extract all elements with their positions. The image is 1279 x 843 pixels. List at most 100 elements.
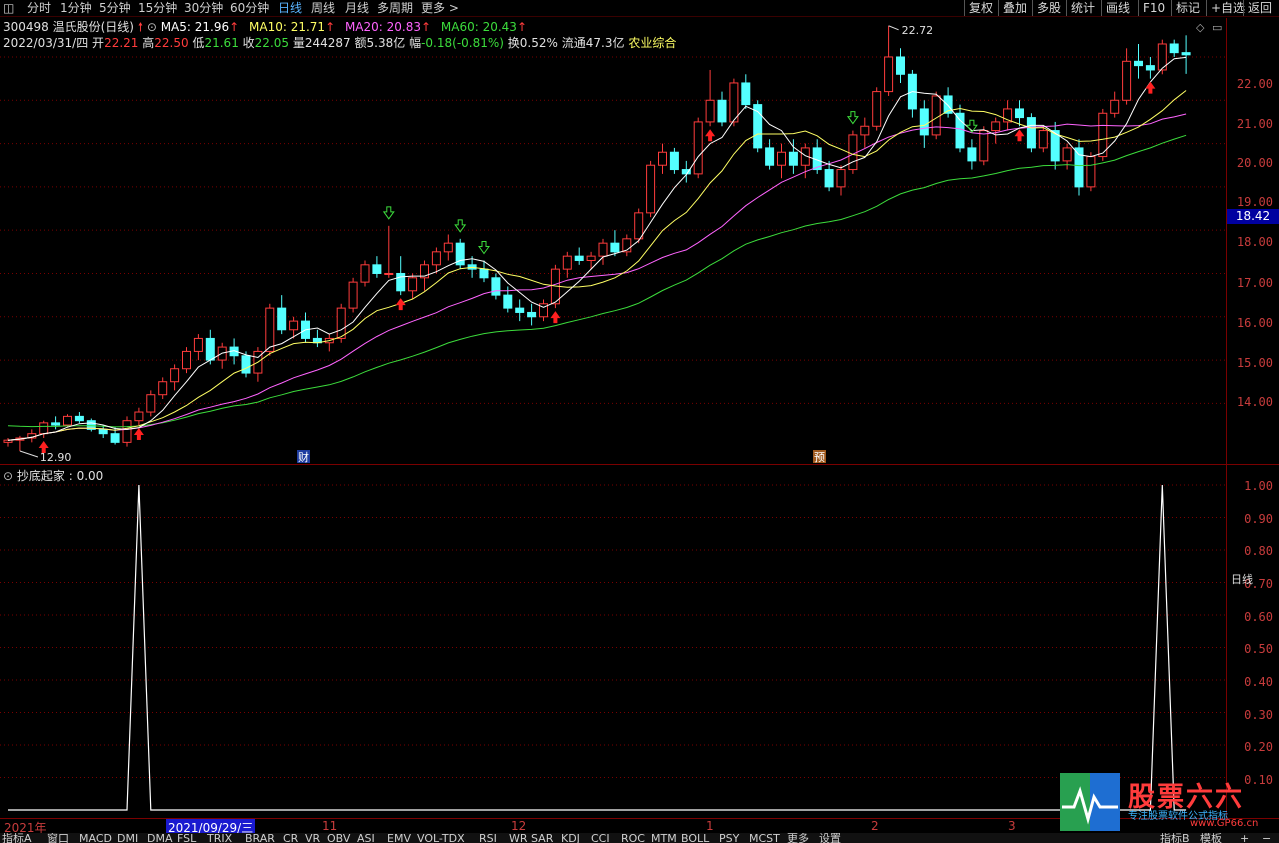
indicator-right-tab[interactable]: − — [1262, 833, 1271, 843]
buy-arrow-icon — [1145, 81, 1156, 94]
candle — [491, 273, 501, 300]
indicator-tab[interactable]: MCST — [749, 833, 780, 843]
draw-line-button[interactable]: 画线 — [1101, 0, 1134, 16]
indicator-tab[interactable]: CR — [283, 833, 298, 843]
indicator-tab[interactable]: KDJ — [561, 833, 580, 843]
tab-fenshi[interactable]: 分时 — [27, 0, 51, 16]
indicator-tab[interactable]: 设置 — [819, 833, 841, 843]
multi-stock-button[interactable]: 多股 — [1032, 0, 1065, 16]
indicator-tab[interactable]: 窗口 — [47, 833, 69, 843]
indicator-tab[interactable]: CCI — [591, 833, 610, 843]
indicator-tick: 0.80 — [1244, 544, 1273, 558]
buy-arrow-icon — [133, 428, 144, 441]
tab-more[interactable]: 更多 > — [421, 0, 459, 16]
candle-body — [1122, 60, 1132, 101]
indicator-tab[interactable]: BRAR — [245, 833, 275, 843]
tab-5min[interactable]: 5分钟 — [99, 0, 131, 16]
indicator-tab[interactable]: WR — [509, 833, 528, 843]
indicator-tick: 0.20 — [1244, 740, 1273, 754]
indicator-tab[interactable]: MACD — [79, 833, 112, 843]
candle — [1145, 56, 1155, 79]
indicator-chart[interactable] — [0, 465, 1226, 818]
candle — [443, 234, 453, 261]
tab-daily[interactable]: 日线 — [278, 0, 302, 16]
candle-body — [991, 121, 1001, 132]
price-chart[interactable]: 22.72 12.90 财 预 — [0, 18, 1226, 466]
candle-body — [146, 394, 156, 413]
tab-30min[interactable]: 30分钟 — [184, 0, 223, 16]
back-button[interactable]: 返回 — [1243, 0, 1276, 16]
candle — [253, 347, 263, 382]
restore-rights-button[interactable]: 复权 — [964, 0, 997, 16]
tab-monthly[interactable]: 月线 — [345, 0, 369, 16]
tab-multi-period[interactable]: 多周期 — [377, 0, 413, 16]
candle — [372, 256, 382, 278]
indicator-tab[interactable]: ASI — [357, 833, 375, 843]
candle — [1003, 100, 1013, 131]
candle — [753, 100, 763, 153]
indicator-right-tab[interactable]: 指标B — [1160, 833, 1190, 843]
min-pointer — [19, 450, 39, 458]
candle-body — [3, 439, 13, 443]
tab-weekly[interactable]: 周线 — [311, 0, 335, 16]
candle — [1015, 100, 1024, 127]
candle-body — [503, 294, 513, 309]
indicator-tab[interactable]: MTM — [651, 833, 677, 843]
indicator-tab[interactable]: 更多 — [787, 833, 809, 843]
current-price-tag: 18.42 — [1227, 209, 1279, 224]
candle-body — [610, 242, 620, 253]
candle — [431, 247, 441, 274]
candle — [1038, 126, 1048, 153]
mark-button[interactable]: 标记 — [1171, 0, 1204, 16]
candle-body — [824, 169, 834, 188]
candle — [51, 416, 61, 430]
candle-body — [372, 264, 382, 274]
overlay-button[interactable]: 叠加 — [998, 0, 1031, 16]
finance-marker-label: 财 — [298, 450, 309, 464]
indicator-tab[interactable]: DMI — [117, 833, 138, 843]
candle — [455, 238, 465, 270]
candle — [1110, 91, 1120, 118]
indicator-tab[interactable]: ROC — [621, 833, 645, 843]
candle-body — [170, 368, 180, 383]
indicator-tab[interactable]: FSL — [177, 833, 196, 843]
indicator-tab[interactable]: VOL-TDX — [417, 833, 465, 843]
candle — [182, 347, 191, 374]
indicator-tab[interactable]: RSI — [479, 833, 497, 843]
candle — [15, 435, 25, 452]
buy-arrow-icon — [705, 129, 716, 142]
indicator-tab[interactable]: DMA — [147, 833, 173, 843]
indicator-tab[interactable]: BOLL — [681, 833, 709, 843]
candle — [669, 147, 679, 174]
candle-body — [39, 422, 49, 435]
tab-60min[interactable]: 60分钟 — [230, 0, 269, 16]
candle-body — [658, 151, 667, 166]
tab-15min[interactable]: 15分钟 — [138, 0, 177, 16]
indicator-tab[interactable]: SAR — [531, 833, 553, 843]
indicator-tick: 1.00 — [1244, 479, 1273, 493]
f10-button[interactable]: F10 — [1138, 0, 1169, 16]
candle — [622, 234, 632, 257]
indicator-tab[interactable]: EMV — [387, 833, 411, 843]
candle-body — [1086, 156, 1096, 188]
stats-button[interactable]: 统计 — [1066, 0, 1099, 16]
indicator-tab[interactable]: PSY — [719, 833, 739, 843]
candle-body — [193, 337, 203, 352]
menu-icon[interactable]: ◫ — [3, 0, 14, 16]
candle — [705, 69, 715, 127]
buy-arrow-icon — [550, 311, 561, 324]
indicator-tab[interactable]: VR — [305, 833, 320, 843]
tab-1min[interactable]: 1分钟 — [60, 0, 92, 16]
candle-body — [110, 433, 120, 443]
indicator-tab[interactable]: OBV — [327, 833, 350, 843]
indicator-tab[interactable]: TRIX — [207, 833, 232, 843]
month-label: 2 — [871, 819, 879, 833]
indicator-tab[interactable]: 指标A — [2, 833, 32, 843]
candle — [1122, 48, 1132, 105]
indicator-right-tab[interactable]: + — [1240, 833, 1249, 843]
candle — [848, 130, 858, 174]
price-tick: 20.00 — [1236, 156, 1273, 170]
candle-body — [515, 307, 525, 313]
indicator-right-tab[interactable]: 模板 — [1200, 833, 1222, 843]
candle-body — [765, 147, 775, 166]
